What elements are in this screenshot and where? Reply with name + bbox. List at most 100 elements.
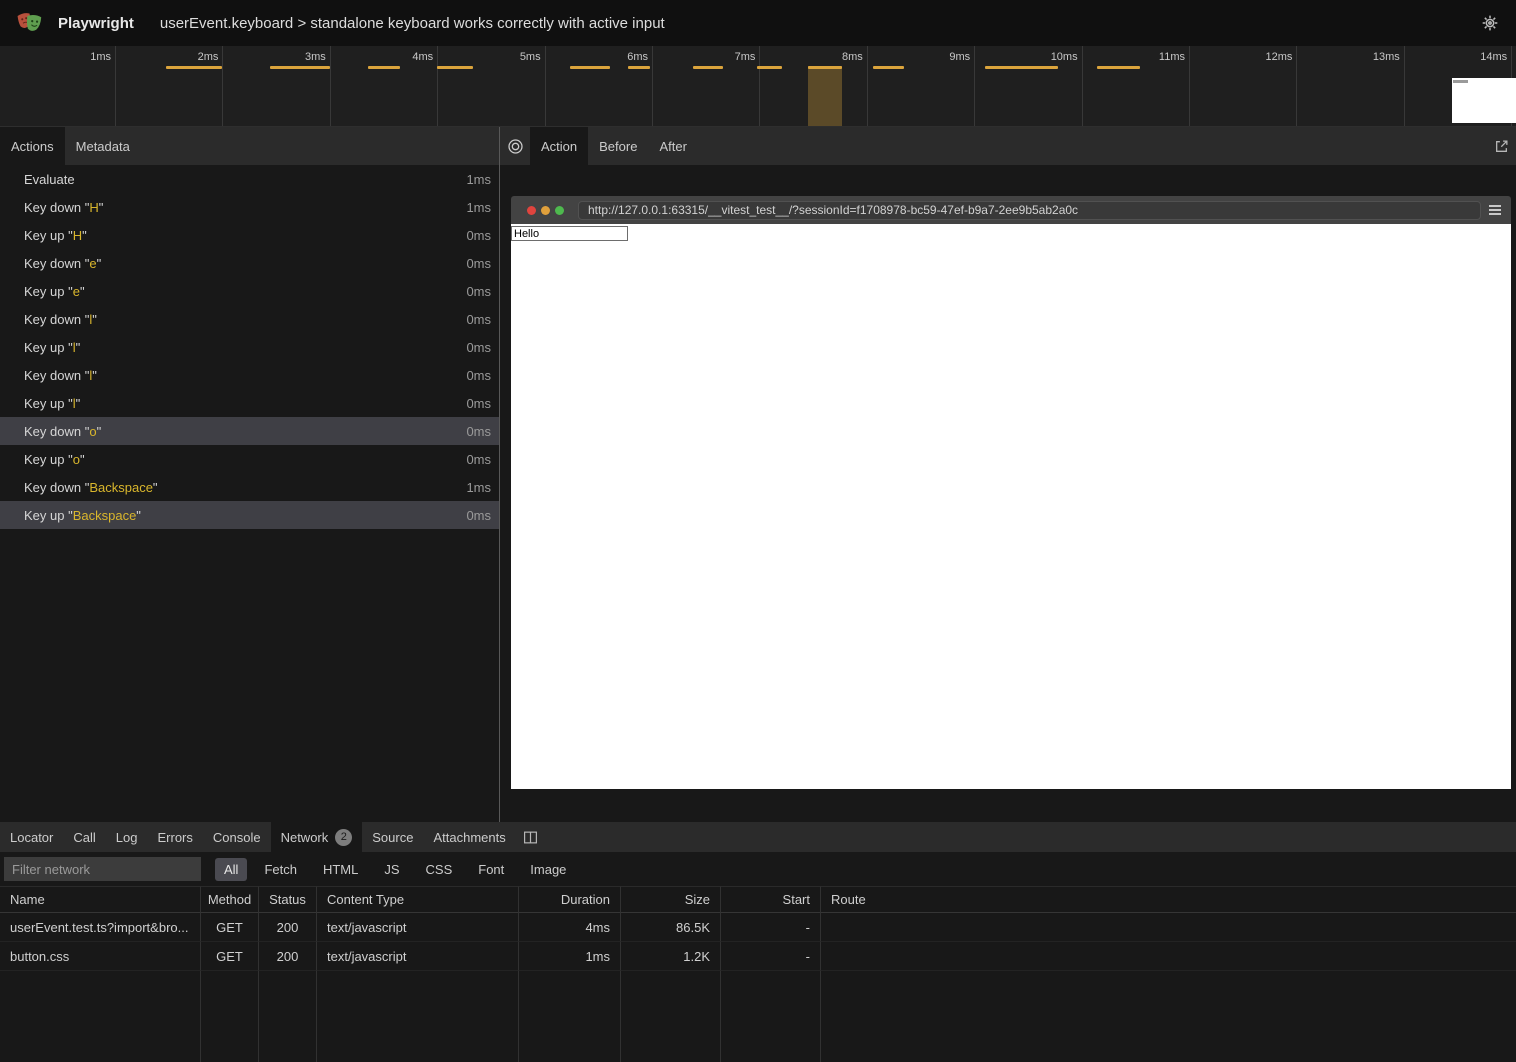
action-row[interactable]: Key down "l"0ms: [0, 305, 499, 333]
tab-before-label: Before: [599, 139, 637, 154]
timeline-tick-label: 5ms: [481, 51, 541, 63]
network-cell[interactable]: [821, 942, 1516, 971]
timeline-gridline: [115, 46, 116, 126]
action-label: Key up "l": [24, 396, 458, 411]
open-snapshot-button[interactable]: [1486, 127, 1516, 165]
action-label: Key up "Backspace": [24, 508, 458, 523]
action-row[interactable]: Key up "H"0ms: [0, 221, 499, 249]
network-cell[interactable]: GET: [201, 913, 259, 942]
timeline-action-bar: [437, 66, 473, 69]
tab-label: Source: [372, 830, 413, 845]
network-count-badge: 2: [335, 829, 352, 846]
playwright-masks-icon: [16, 10, 44, 36]
network-cell[interactable]: 86.5K: [621, 913, 721, 942]
action-duration: 0ms: [466, 340, 491, 355]
tab-call[interactable]: Call: [63, 822, 105, 852]
network-cell[interactable]: -: [721, 913, 821, 942]
filter-network-input[interactable]: [4, 857, 201, 881]
action-duration: 0ms: [466, 256, 491, 271]
action-row[interactable]: Key down "e"0ms: [0, 249, 499, 277]
tab-locator[interactable]: Locator: [0, 822, 63, 852]
action-duration: 1ms: [466, 200, 491, 215]
action-label: Key up "H": [24, 228, 458, 243]
tab-actions[interactable]: Actions: [0, 127, 65, 165]
tab-metadata[interactable]: Metadata: [65, 127, 141, 165]
bullseye-icon: [507, 138, 524, 155]
column-filler: [317, 971, 519, 1062]
filter-chip-html[interactable]: HTML: [314, 858, 367, 881]
action-row[interactable]: Key up "l" 0ms: [0, 389, 499, 417]
pick-locator-button[interactable]: [500, 127, 530, 165]
filter-chip-font[interactable]: Font: [469, 858, 513, 881]
tab-action[interactable]: Action: [530, 127, 588, 165]
timeline-tick-label: 14ms: [1447, 51, 1507, 63]
snapshot-page: Hello: [511, 224, 1511, 789]
tab-attachments[interactable]: Attachments: [423, 822, 515, 852]
tab-label: Call: [73, 830, 95, 845]
network-cell[interactable]: 4ms: [519, 913, 621, 942]
tab-after[interactable]: After: [648, 127, 697, 165]
action-key-value: o: [89, 424, 96, 439]
action-row[interactable]: Key down "Backspace"1ms: [0, 473, 499, 501]
action-row[interactable]: Key down "o" 0ms: [0, 417, 499, 445]
action-key-value: e: [73, 284, 80, 299]
network-cell[interactable]: 200: [259, 913, 317, 942]
action-row[interactable]: Evaluate1ms: [0, 165, 499, 193]
action-row[interactable]: Key up "o"0ms: [0, 445, 499, 473]
timeline-tick-label: 6ms: [588, 51, 648, 63]
settings-button[interactable]: [1476, 9, 1504, 37]
timeline-gridline: [545, 46, 546, 126]
tab-log[interactable]: Log: [106, 822, 148, 852]
trace-viewer: Playwright userEvent.keyboard > standalo…: [0, 0, 1516, 1062]
tab-label: Console: [213, 830, 261, 845]
filter-chip-fetch[interactable]: Fetch: [255, 858, 306, 881]
action-row[interactable]: Key up "l"0ms: [0, 333, 499, 361]
action-duration: 0ms: [466, 396, 491, 411]
action-duration: 0ms: [466, 424, 491, 439]
column-filler: [201, 971, 259, 1062]
filter-chip-js[interactable]: JS: [375, 858, 408, 881]
timeline-gridline: [652, 46, 653, 126]
timeline-action-bar: [270, 66, 330, 69]
network-cell[interactable]: 1ms: [519, 942, 621, 971]
tab-source[interactable]: Source: [362, 822, 423, 852]
network-cell[interactable]: 200: [259, 942, 317, 971]
timeline[interactable]: 1ms2ms3ms4ms5ms6ms7ms8ms9ms10ms11ms12ms1…: [0, 46, 1516, 127]
action-label: Key down "o": [24, 424, 458, 439]
external-link-icon: [1494, 139, 1509, 154]
column-filler: [259, 971, 317, 1062]
network-cell[interactable]: -: [721, 942, 821, 971]
network-cell[interactable]: button.css: [0, 942, 201, 971]
column-filler: [821, 971, 1516, 1062]
timeline-gridline: [759, 46, 760, 126]
timeline-action-bar: [368, 66, 400, 69]
timeline-gridline: [1296, 46, 1297, 126]
timeline-tick-label: 3ms: [266, 51, 326, 63]
filter-chip-css[interactable]: CSS: [417, 858, 462, 881]
action-row[interactable]: Key down "H"1ms: [0, 193, 499, 221]
filter-chip-image[interactable]: Image: [521, 858, 575, 881]
network-cell[interactable]: text/javascript: [317, 913, 519, 942]
split-view-button[interactable]: [516, 822, 546, 852]
action-duration: 0ms: [466, 452, 491, 467]
action-row[interactable]: Key down "l"0ms: [0, 361, 499, 389]
network-cell[interactable]: [821, 913, 1516, 942]
network-cell[interactable]: 1.2K: [621, 942, 721, 971]
timeline-tick-label: 10ms: [1018, 51, 1078, 63]
column-header-start: Start: [721, 886, 821, 913]
network-cell[interactable]: GET: [201, 942, 259, 971]
network-cell[interactable]: text/javascript: [317, 942, 519, 971]
tab-before[interactable]: Before: [588, 127, 648, 165]
action-duration: 1ms: [466, 480, 491, 495]
action-row[interactable]: Key up "Backspace"0ms: [0, 501, 499, 529]
tab-console[interactable]: Console: [203, 822, 271, 852]
timeline-tick-label: 7ms: [695, 51, 755, 63]
filter-chip-all[interactable]: All: [215, 858, 247, 881]
tab-errors[interactable]: Errors: [147, 822, 202, 852]
tab-network[interactable]: Network2: [271, 822, 363, 852]
network-filter-row: All Fetch HTML JS CSS Font Image: [0, 852, 1516, 886]
network-cell[interactable]: userEvent.test.ts?import&bro...: [0, 913, 201, 942]
action-row[interactable]: Key up "e"0ms: [0, 277, 499, 305]
timeline-screenshot-thumbnail: [1452, 78, 1516, 123]
column-header-route: Route: [821, 886, 1516, 913]
